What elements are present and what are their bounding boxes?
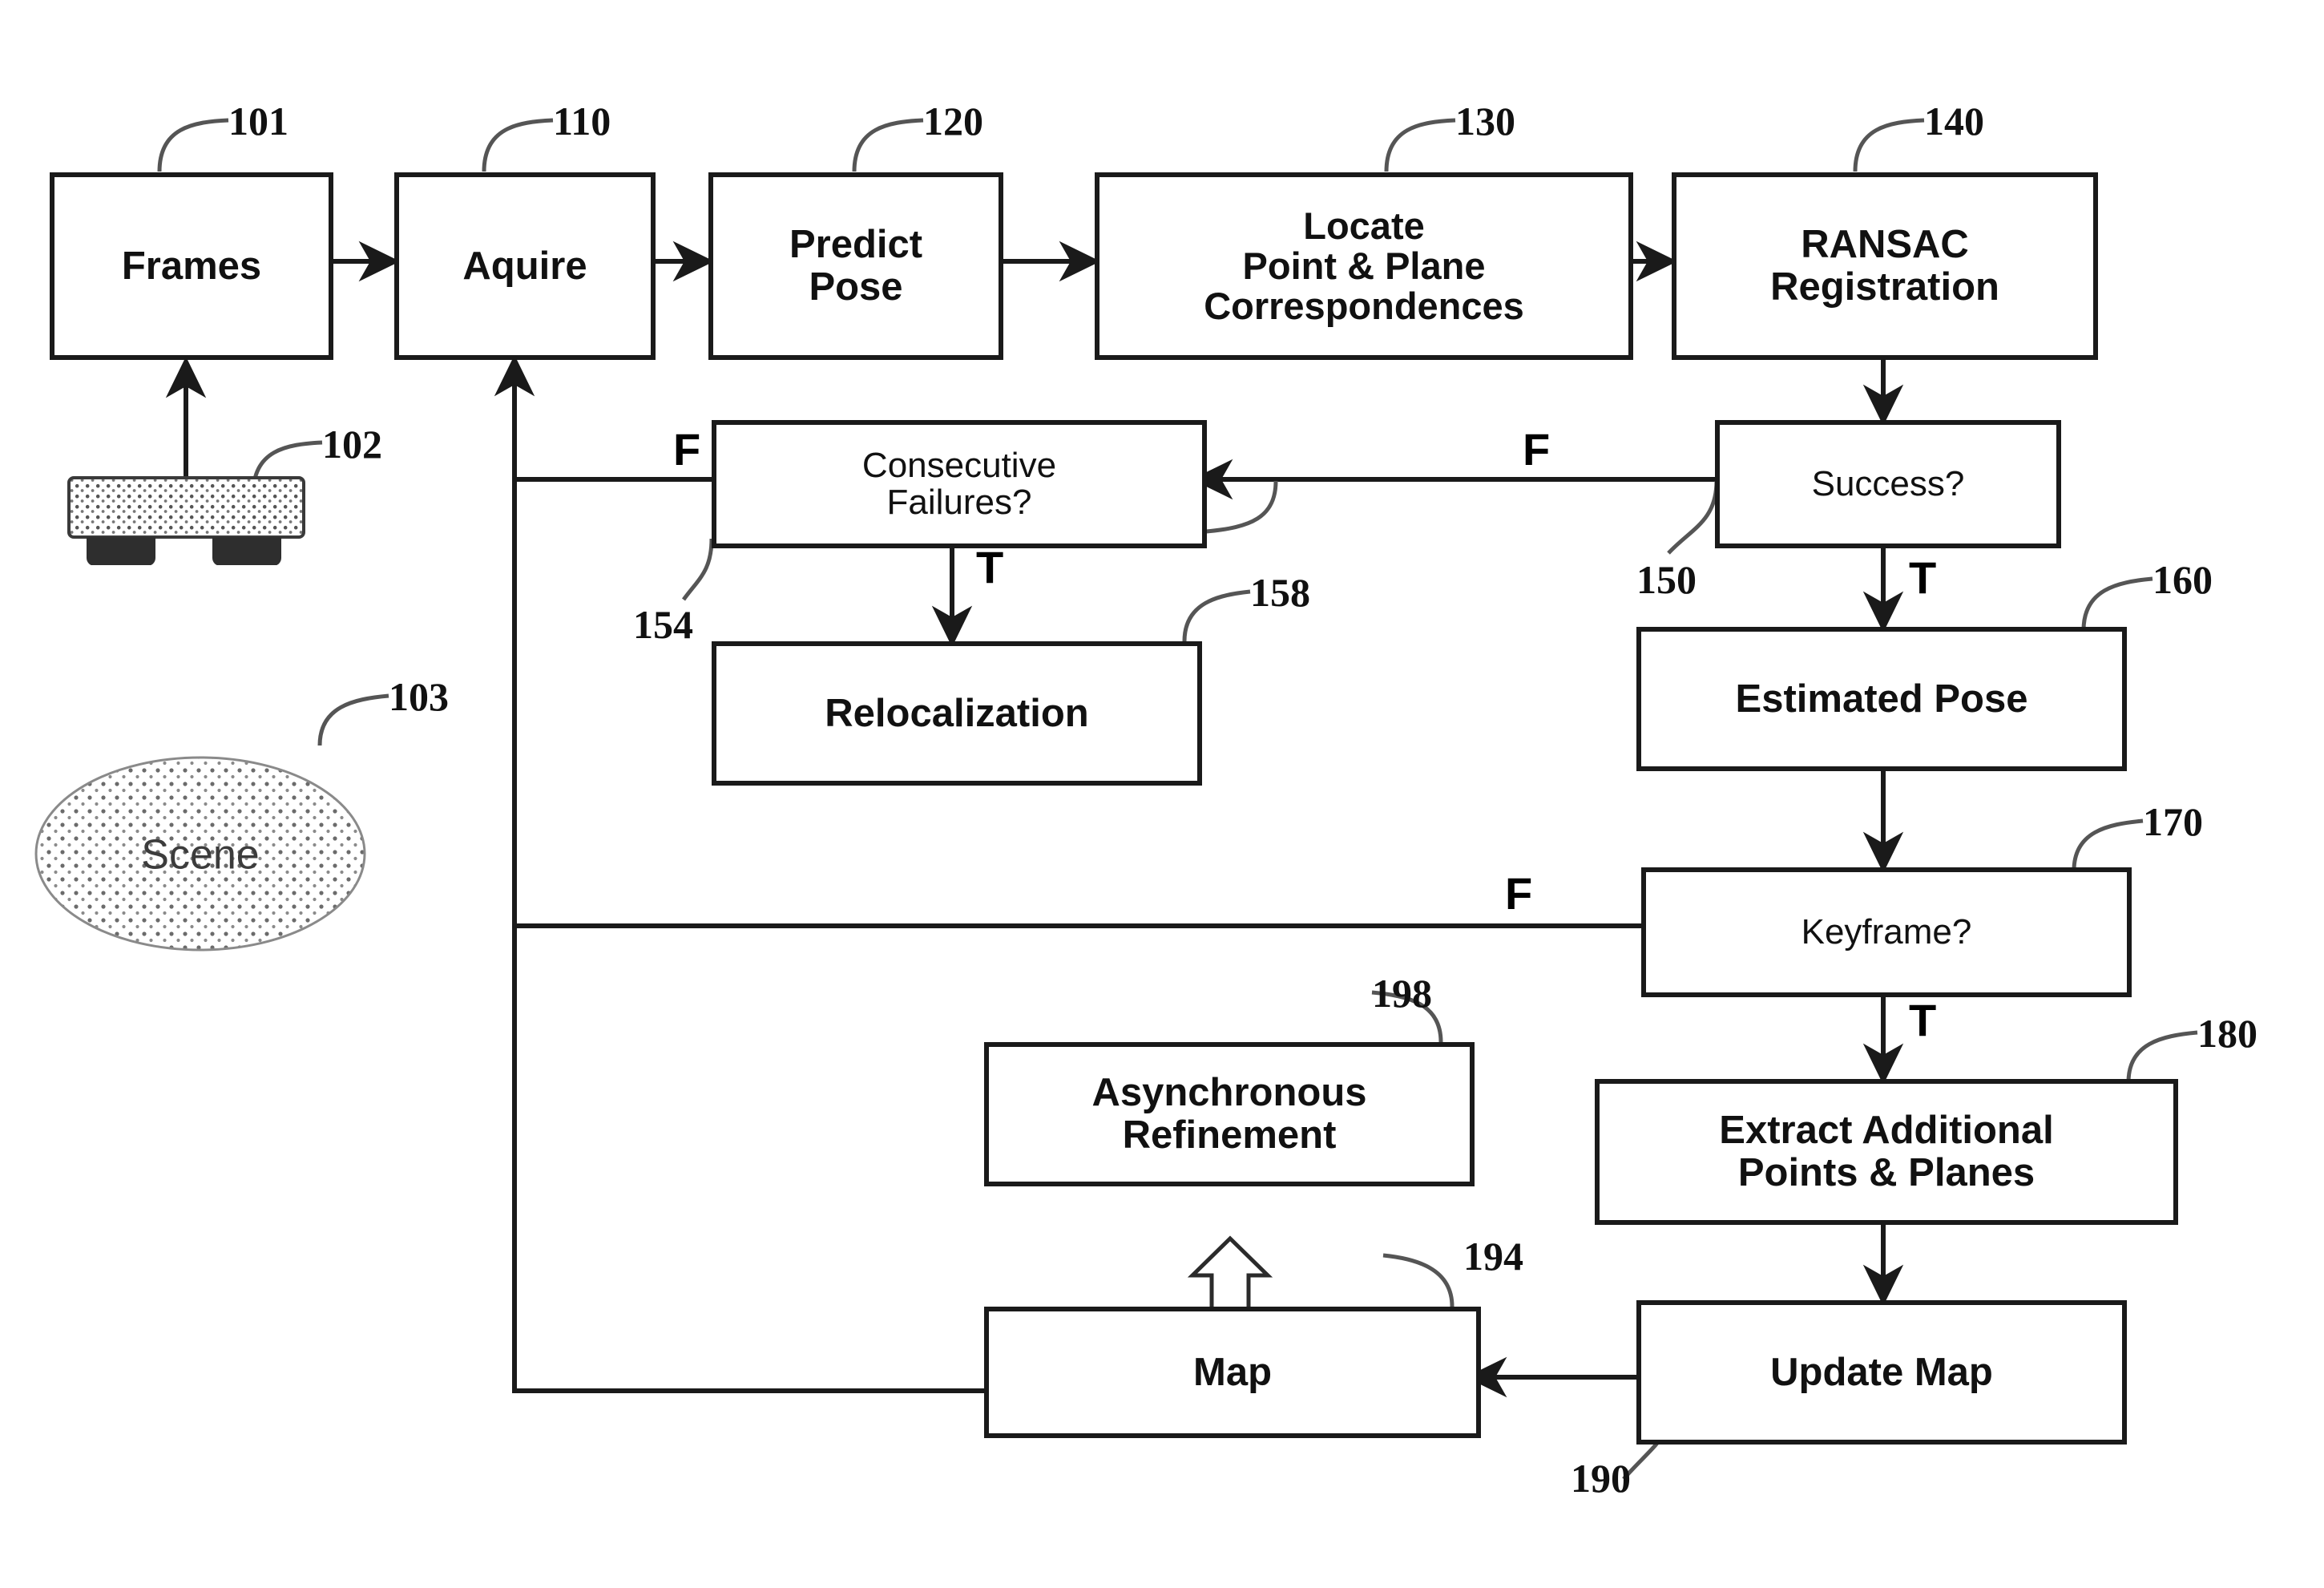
sensor-icon bbox=[64, 473, 309, 566]
node-aquire-label: Aquire bbox=[462, 244, 587, 288]
node-consecutive-failures-label-line1: Consecutive bbox=[861, 445, 1057, 485]
node-relocalization[interactable]: Relocalization bbox=[712, 641, 1202, 786]
node-success-decision[interactable]: Success? bbox=[1715, 420, 2061, 548]
ref-numeral-194: 194 bbox=[1463, 1234, 1523, 1279]
edge-flag-keyframe-t: T bbox=[1909, 995, 1937, 1045]
node-asynchronous-refinement-label-line2: Refinement bbox=[1122, 1113, 1337, 1157]
edge-flag-keyframe-f: F bbox=[1505, 868, 1533, 919]
flowchart-canvas: Frames 101 Aquire 110 Predict Pose 120 L… bbox=[0, 0, 2324, 1588]
ref-numeral-158: 158 bbox=[1250, 570, 1310, 615]
edge-flag-success-t: T bbox=[1909, 552, 1937, 603]
node-update-map[interactable]: Update Map bbox=[1636, 1300, 2127, 1445]
node-extract-points-planes[interactable]: Extract Additional Points & Planes bbox=[1595, 1079, 2178, 1225]
edge-flag-failures-f: F bbox=[673, 424, 701, 475]
ref-numeral-102: 102 bbox=[322, 422, 382, 467]
node-consecutive-failures-label-line2: Failures? bbox=[886, 483, 1032, 522]
ref-numeral-154: 154 bbox=[633, 602, 693, 647]
node-estimated-pose[interactable]: Estimated Pose bbox=[1636, 627, 2127, 771]
node-ransac-label-line2: Registration bbox=[1770, 265, 1999, 309]
ref-numeral-170: 170 bbox=[2143, 799, 2203, 844]
node-ransac-registration[interactable]: RANSAC Registration bbox=[1672, 172, 2098, 360]
ref-numeral-110: 110 bbox=[553, 99, 611, 143]
node-frames-label: Frames bbox=[121, 244, 262, 288]
ref-numeral-120: 120 bbox=[923, 99, 983, 143]
node-locate-label-line3: Correspondences bbox=[1204, 284, 1524, 327]
node-locate-label-line1: Locate bbox=[1303, 204, 1425, 248]
node-relocalization-label: Relocalization bbox=[825, 692, 1089, 735]
node-map-label: Map bbox=[1193, 1351, 1272, 1394]
svg-text:Scene: Scene bbox=[141, 832, 259, 879]
ref-numeral-101: 101 bbox=[228, 99, 288, 143]
ref-numeral-140: 140 bbox=[1924, 99, 1984, 143]
edge-flag-success-f: F bbox=[1523, 424, 1551, 475]
node-predict-pose-label-line1: Predict bbox=[789, 223, 923, 267]
ref-numeral-190: 190 bbox=[1571, 1456, 1631, 1501]
node-map[interactable]: Map bbox=[984, 1307, 1481, 1438]
node-locate-label-line2: Point & Plane bbox=[1242, 244, 1486, 288]
scene-ellipse-svg: Scene bbox=[34, 756, 366, 952]
node-asynchronous-refinement-label-line1: Asynchronous bbox=[1091, 1071, 1367, 1115]
node-update-map-label: Update Map bbox=[1770, 1351, 1993, 1394]
node-locate-correspondences[interactable]: Locate Point & Plane Correspondences bbox=[1095, 172, 1633, 360]
node-consecutive-failures-decision[interactable]: Consecutive Failures? bbox=[712, 420, 1207, 548]
node-frames[interactable]: Frames bbox=[50, 172, 333, 360]
node-extract-label-line1: Extract Additional bbox=[1719, 1109, 2054, 1153]
node-estimated-pose-label: Estimated Pose bbox=[1735, 677, 2028, 721]
node-aquire[interactable]: Aquire bbox=[394, 172, 656, 360]
node-asynchronous-refinement[interactable]: Asynchronous Refinement bbox=[984, 1042, 1475, 1186]
ref-numeral-180: 180 bbox=[2197, 1011, 2257, 1056]
edge-flag-failures-t: T bbox=[976, 542, 1004, 592]
ref-numeral-130: 130 bbox=[1455, 99, 1515, 143]
scene-ellipse: Scene bbox=[32, 754, 369, 954]
node-ransac-label-line1: RANSAC bbox=[1801, 223, 1969, 267]
ref-numeral-160: 160 bbox=[2153, 557, 2213, 602]
node-predict-pose-label-line2: Pose bbox=[809, 265, 903, 309]
node-success-label: Success? bbox=[1811, 464, 1965, 503]
node-keyframe-label: Keyframe? bbox=[1801, 912, 1972, 952]
node-keyframe-decision[interactable]: Keyframe? bbox=[1641, 867, 2132, 997]
sensor-icon-svg bbox=[67, 476, 305, 566]
node-extract-label-line2: Points & Planes bbox=[1737, 1151, 2036, 1194]
ref-numeral-198: 198 bbox=[1372, 971, 1432, 1016]
ref-numeral-150: 150 bbox=[1636, 557, 1697, 602]
node-predict-pose[interactable]: Predict Pose bbox=[708, 172, 1003, 360]
ref-numeral-103: 103 bbox=[389, 674, 449, 719]
